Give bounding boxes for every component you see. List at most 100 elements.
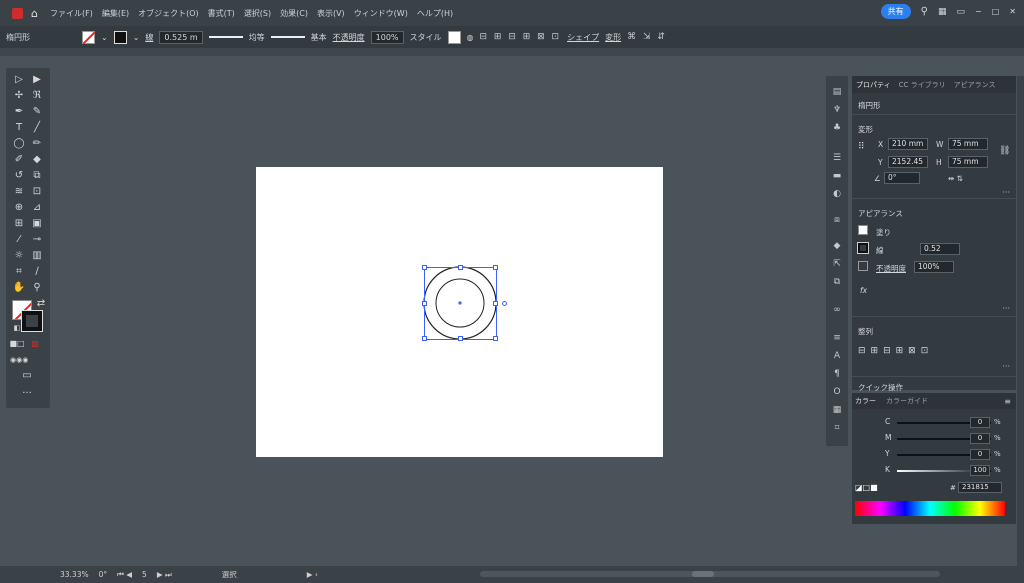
scale-tool-icon[interactable]: ⧉: [28, 168, 46, 184]
menu-object[interactable]: オブジェクト(O): [138, 8, 199, 19]
artboard-next-icon[interactable]: ▶ ⏭: [157, 570, 172, 580]
horizontal-scrollbar[interactable]: [480, 571, 940, 577]
more-options-icon[interactable]: ···: [1002, 362, 1010, 371]
lasso-icon[interactable]: ℜ: [28, 88, 46, 104]
opacity-input-prop[interactable]: 100%: [914, 261, 954, 273]
zoom-tool-icon[interactable]: ⚲: [28, 280, 46, 296]
shape-builder-icon[interactable]: ⊕: [10, 200, 28, 216]
stroke-swatch-prop[interactable]: [857, 242, 869, 254]
pathfinder-icon[interactable]: ⧉: [831, 276, 843, 288]
paragraph-icon[interactable]: ¶: [831, 368, 843, 380]
warp-icons[interactable]: ⌘ ⇲ ⇵: [627, 32, 667, 42]
artboard-tool-icon[interactable]: ⌗: [10, 264, 28, 280]
cyan-input[interactable]: 0: [970, 417, 990, 428]
profile-dropdown[interactable]: 均等: [249, 32, 265, 43]
minimize-button[interactable]: −: [975, 7, 982, 16]
tab-properties[interactable]: プロパティ: [856, 80, 891, 90]
rotation-view[interactable]: 0°: [99, 570, 108, 579]
shape-label[interactable]: シェイプ: [567, 32, 599, 43]
resize-handle-r[interactable]: [493, 301, 498, 306]
none-white-black-swatches[interactable]: ◪□■: [855, 483, 878, 492]
pie-widget-handle[interactable]: [502, 301, 507, 306]
hex-input[interactable]: 231815: [958, 482, 1002, 493]
fx-button[interactable]: fx: [860, 286, 867, 295]
resize-handle-t[interactable]: [458, 265, 463, 270]
gradient-tool-icon[interactable]: ▣: [28, 216, 46, 232]
w-input[interactable]: 75 mm: [948, 138, 988, 150]
glyphs-icon[interactable]: ⌗: [831, 422, 843, 434]
artboard-number[interactable]: 5: [142, 570, 147, 579]
magenta-input[interactable]: 0: [970, 433, 990, 444]
resize-handle-l[interactable]: [422, 301, 427, 306]
mesh-tool-icon[interactable]: ⊞: [10, 216, 28, 232]
flip-icons[interactable]: ⇹ ⇅: [948, 174, 963, 183]
fill-swatch[interactable]: [82, 30, 95, 44]
export-icon[interactable]: ⇱: [831, 258, 843, 270]
more-options-icon[interactable]: ···: [1002, 304, 1010, 313]
tab-appearance[interactable]: アピアランス: [954, 80, 996, 90]
transparency-icon[interactable]: ◐: [831, 188, 843, 200]
artboards-icon[interactable]: ⧈: [831, 214, 843, 226]
tab-cc-libraries[interactable]: CC ライブラリ: [899, 80, 946, 90]
stroke-weight-prop[interactable]: 0.52: [920, 243, 960, 255]
edit-toolbar-icon[interactable]: ···: [18, 386, 36, 402]
column-graph-icon[interactable]: ▥: [28, 248, 46, 264]
blob-brush-icon[interactable]: ◆: [28, 152, 46, 168]
resize-handle-bl[interactable]: [422, 336, 427, 341]
color-spectrum[interactable]: [855, 501, 1005, 516]
resize-handle-b[interactable]: [458, 336, 463, 341]
menu-view[interactable]: 表示(V): [317, 8, 345, 19]
character-icon[interactable]: A: [831, 350, 843, 362]
align-panel-icon[interactable]: ≡: [831, 332, 843, 344]
shaper-tool-icon[interactable]: ✐: [10, 152, 28, 168]
opacity-label[interactable]: 不透明度: [333, 32, 365, 43]
perspective-grid-icon[interactable]: ⊿: [28, 200, 46, 216]
opacity-input[interactable]: 100%: [370, 30, 404, 44]
vertical-scrollbar[interactable]: [1017, 76, 1024, 566]
menu-type[interactable]: 書式(T): [208, 8, 235, 19]
direct-selection-tool-icon[interactable]: ▶: [28, 72, 46, 88]
default-colors-icon[interactable]: ◧: [8, 320, 26, 336]
tab-color-guide[interactable]: カラーガイド: [886, 396, 928, 406]
symbol-sprayer-icon[interactable]: ☼: [10, 248, 28, 264]
type-tool-icon[interactable]: T: [10, 120, 28, 136]
tab-color[interactable]: カラー: [855, 396, 876, 406]
paintbrush-icon[interactable]: ✏: [28, 136, 46, 152]
home-icon[interactable]: ⌂: [31, 7, 38, 20]
black-input[interactable]: 100: [970, 465, 990, 476]
style-swatch[interactable]: [447, 30, 461, 44]
artboard-navigation-icon[interactable]: ⏮ ◀: [117, 570, 132, 580]
more-options-icon[interactable]: ···: [1002, 188, 1010, 197]
stroke-panel-icon[interactable]: ☰: [831, 152, 843, 164]
yellow-input[interactable]: 0: [970, 449, 990, 460]
h-input[interactable]: 75 mm: [948, 156, 988, 168]
swatches-icon[interactable]: ▦: [831, 404, 843, 416]
links-icon[interactable]: ∞: [831, 304, 843, 316]
reference-point-icon[interactable]: ⠿: [858, 142, 865, 152]
search-icon[interactable]: ⚲: [921, 6, 928, 17]
appearance-icon[interactable]: ◆: [831, 240, 843, 252]
selection-bounding-box[interactable]: [422, 265, 507, 341]
gradient-panel-icon[interactable]: ▬: [831, 170, 843, 182]
menu-effect[interactable]: 効果(C): [280, 8, 308, 19]
share-button[interactable]: 共有: [880, 4, 911, 19]
align-icons[interactable]: ⊟ ⊞ ⊟ ⊞ ⊠ ⊡: [480, 32, 562, 42]
slice-tool-icon[interactable]: ∕: [28, 264, 46, 280]
panel-menu-icon[interactable]: ≡: [1004, 397, 1011, 406]
selection-tool-icon[interactable]: ▷: [10, 72, 28, 88]
resize-handle-tl[interactable]: [422, 265, 427, 270]
blend-tool-icon[interactable]: ⊸: [28, 232, 46, 248]
arrange-documents-icon[interactable]: ▭: [957, 7, 966, 17]
close-button[interactable]: ✕: [1009, 7, 1016, 16]
stroke-weight-input[interactable]: 0.525 m: [159, 30, 203, 44]
line-tool-icon[interactable]: ╱: [28, 120, 46, 136]
stroke-label[interactable]: 線: [145, 32, 153, 43]
menu-select[interactable]: 選択(S): [244, 8, 271, 19]
stroke-swatch[interactable]: [113, 30, 127, 44]
maximize-button[interactable]: □: [992, 7, 1000, 16]
menu-edit[interactable]: 編集(E): [102, 8, 129, 19]
screen-mode-icon[interactable]: ▭: [18, 368, 36, 384]
magic-wand-icon[interactable]: ✢: [10, 88, 28, 104]
status-arrow-icon[interactable]: ▶ ‹: [307, 570, 318, 579]
rotate-tool-icon[interactable]: ↺: [10, 168, 28, 184]
